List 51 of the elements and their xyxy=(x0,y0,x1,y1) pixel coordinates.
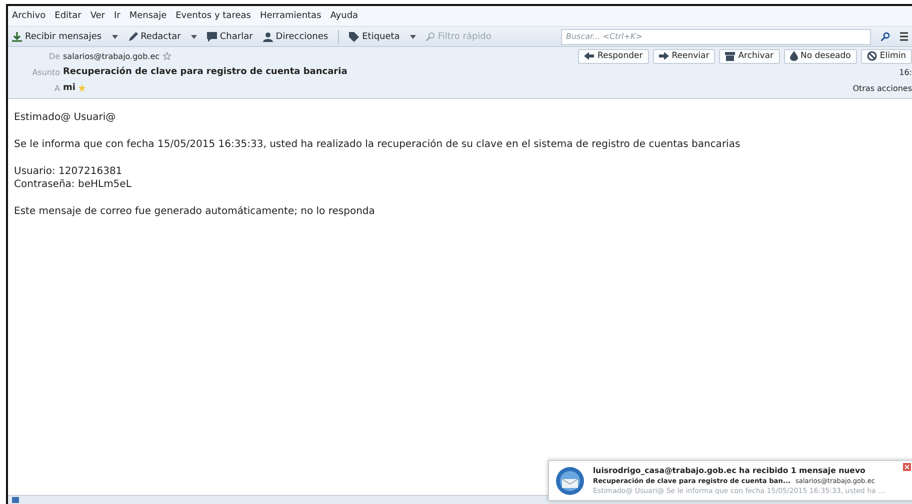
toolbar-button[interactable]: Recibir mensajes xyxy=(12,32,102,42)
message-action-button[interactable]: No deseado xyxy=(784,48,857,64)
forward-arrow-icon xyxy=(658,52,669,60)
field-label: Asunto xyxy=(31,68,60,76)
other-actions-menu[interactable]: Otras acciones xyxy=(852,84,912,92)
person-icon xyxy=(262,32,273,42)
search-field[interactable]: Buscar... <Ctrl+K> xyxy=(561,28,871,44)
toolbar-button[interactable]: Direcciones xyxy=(262,32,328,42)
pencil-icon xyxy=(128,32,138,42)
message-action-button[interactable]: Elimin xyxy=(860,48,912,64)
menu-item[interactable]: Ver xyxy=(90,11,106,21)
message-action-button[interactable]: Responder xyxy=(578,48,649,64)
download-icon xyxy=(12,32,22,42)
tag-icon xyxy=(349,32,360,42)
caret-icon[interactable] xyxy=(410,34,416,38)
star-icon[interactable] xyxy=(78,84,86,92)
menu-icon[interactable] xyxy=(900,32,908,41)
recipient[interactable]: mi xyxy=(63,83,76,93)
message-paragraph: Este mensaje de correo fue generado automáticamente; no lo responda xyxy=(14,205,376,218)
menu-item[interactable]: Ayuda xyxy=(330,11,358,21)
archive-box-icon xyxy=(725,52,736,60)
search-icon[interactable] xyxy=(881,32,890,41)
menu-item[interactable]: Eventos y tareas xyxy=(176,11,251,21)
toolbar-button[interactable]: Redactar xyxy=(128,32,181,42)
field-label: A xyxy=(54,84,60,92)
sender-address[interactable]: salarios@trabajo.gob.ec xyxy=(63,52,160,60)
menu-item[interactable]: Editar xyxy=(54,11,82,21)
caret-icon[interactable] xyxy=(190,34,197,38)
message-action-button[interactable]: Reenviar xyxy=(652,48,716,64)
chat-icon xyxy=(206,32,217,42)
menu-item[interactable]: Archivo xyxy=(12,11,46,21)
caret-icon[interactable] xyxy=(112,34,118,38)
message-action-button[interactable]: Archivar xyxy=(719,48,780,64)
reply-arrow-icon xyxy=(584,52,594,60)
menu-item[interactable]: Ir xyxy=(114,11,120,21)
toolbar-button[interactable]: Etiqueta xyxy=(349,32,400,42)
field-label: De xyxy=(48,52,60,60)
message-subject: Recuperación de clave para registro de cuenta bancaria xyxy=(63,67,348,77)
toolbar-button[interactable]: Charlar xyxy=(206,32,253,42)
menu-item[interactable]: Herramientas xyxy=(260,11,322,21)
menu-item[interactable]: Mensaje xyxy=(129,11,167,21)
notification-popup[interactable] xyxy=(548,460,912,501)
star-icon[interactable] xyxy=(162,52,171,60)
message-paragraph: Usuario: 1207216381 Contraseña: beHLm5eL xyxy=(14,165,132,191)
search-icon xyxy=(426,32,435,41)
forbidden-icon xyxy=(866,51,877,61)
activity-icon xyxy=(12,497,19,503)
message-time: 16: xyxy=(899,68,912,76)
message-paragraph: Se le informa que con fecha 15/05/2015 16:35:33, usted ha realizado la recuperación de su clave en el sistema de registro de cuentas bancarias xyxy=(14,138,742,151)
message-paragraph: Estimado@ Usuari@ xyxy=(14,111,117,124)
close-icon[interactable] xyxy=(903,463,911,471)
